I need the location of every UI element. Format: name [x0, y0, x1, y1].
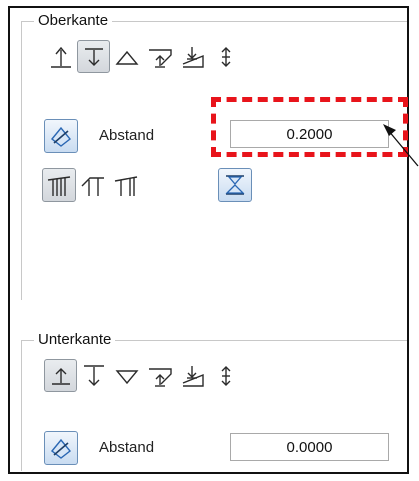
slope-up-icon	[148, 48, 172, 68]
roof-profile-row	[42, 168, 142, 202]
edge-align-bottom-icon	[83, 364, 104, 386]
roof-profile-b-button[interactable]	[76, 169, 109, 202]
slope-down-button[interactable]	[176, 40, 209, 73]
edge-align-bottom-button[interactable]	[77, 359, 110, 392]
distance-mode-icon	[51, 438, 71, 459]
up-down-arrow-button[interactable]	[209, 40, 242, 73]
slope-up-icon	[148, 367, 172, 387]
roof-profile-a-icon	[47, 176, 71, 196]
edge-align-top-icon	[51, 367, 70, 385]
edge-align-bottom-button[interactable]	[77, 40, 110, 73]
up-down-arrow-icon	[221, 365, 230, 386]
distance-mode-button[interactable]	[44, 119, 78, 153]
hourglass-icon	[225, 175, 245, 195]
highlight-box	[211, 97, 408, 157]
triangle-down-icon	[115, 369, 138, 384]
top-edge-icon-row	[44, 40, 242, 73]
bottom-edge-group: Unterkante Abstand 0.0000	[21, 331, 407, 471]
slope-down-icon	[182, 365, 204, 387]
slope-up-button[interactable]	[143, 359, 176, 392]
slope-down-button[interactable]	[176, 359, 209, 392]
triangle-up-icon	[115, 50, 138, 65]
triangle-down-button[interactable]	[110, 359, 143, 392]
edge-align-top-button[interactable]	[44, 359, 77, 392]
slope-down-icon	[182, 46, 204, 68]
group-title: Oberkante	[34, 12, 113, 30]
roof-profile-b-icon	[81, 177, 104, 196]
roof-profile-a-button[interactable]	[42, 168, 76, 202]
up-down-arrow-icon	[221, 46, 230, 67]
distance-mode-button[interactable]	[44, 431, 78, 465]
distance-label: Abstand	[99, 439, 155, 456]
panel-root: Oberkante Abstand 0.2000 Unterkante Abst…	[0, 0, 419, 481]
edge-align-top-button[interactable]	[44, 40, 77, 73]
edge-align-bottom-icon	[84, 47, 103, 66]
bottom-edge-icon-row	[44, 359, 242, 392]
slope-up-button[interactable]	[143, 40, 176, 73]
roof-profile-c-icon	[114, 176, 137, 196]
up-down-arrow-button[interactable]	[209, 359, 242, 392]
distance-mode-icon	[51, 126, 71, 147]
edge-align-top-icon	[50, 46, 71, 68]
pointer-arrow-icon	[383, 124, 419, 167]
hourglass-button[interactable]	[218, 168, 252, 202]
distance-label: Abstand	[99, 127, 155, 144]
top-edge-group: Oberkante Abstand 0.2000	[21, 12, 407, 300]
group-title: Unterkante	[34, 331, 116, 349]
distance-field[interactable]	[230, 433, 389, 461]
panel-frame: Oberkante Abstand 0.2000 Unterkante Abst…	[8, 6, 409, 474]
roof-profile-c-button[interactable]	[109, 169, 142, 202]
triangle-up-button[interactable]	[110, 40, 143, 73]
